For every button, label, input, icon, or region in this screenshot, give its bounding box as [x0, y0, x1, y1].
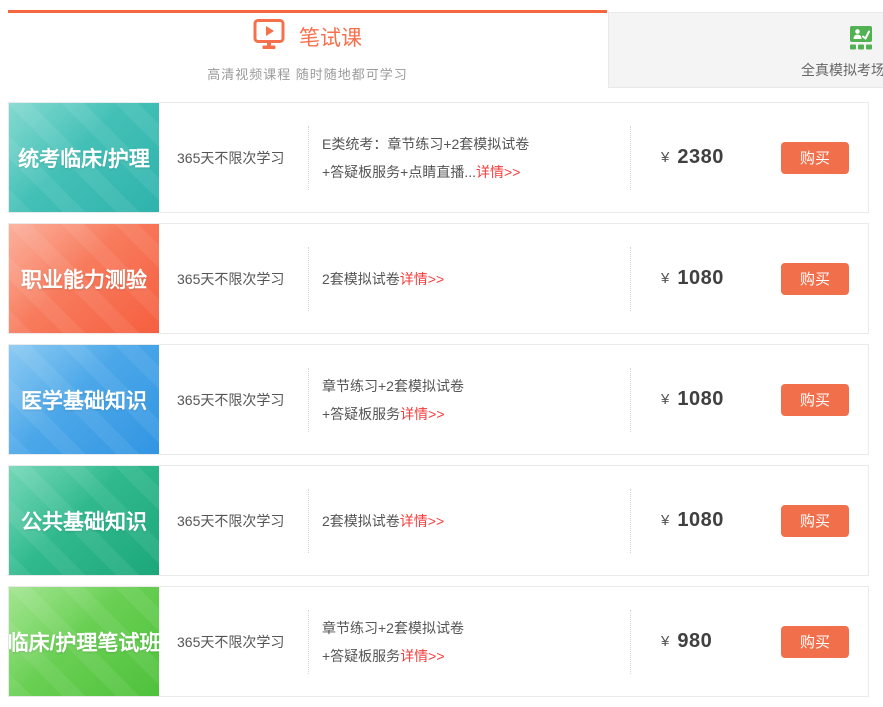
buy-button[interactable]: 购买	[781, 142, 849, 174]
course-description: 2套模拟试卷详情>> 详情>>	[309, 224, 630, 333]
description-text-1: 章节练习+2套模拟试卷	[322, 378, 464, 394]
tab-mock-exam[interactable]: 全真模拟考场	[608, 12, 883, 88]
classroom-icon	[848, 26, 874, 55]
course-description: E类统考：章节练习+2套模拟试卷详情>> +答疑板服务+点睛直播...详情>>	[309, 103, 630, 212]
description-line-1: 2套模拟试卷详情>>	[322, 265, 630, 293]
details-link[interactable]: 详情>>	[400, 406, 444, 422]
price-value: 1080	[677, 388, 724, 411]
course-duration-label: 365天不限次学习	[159, 466, 308, 575]
description-line-2: +答疑板服务详情>>	[322, 642, 630, 670]
description-text-1: 2套模拟试卷	[322, 271, 400, 287]
course-tile: 职业能力测验	[9, 224, 159, 333]
course-tile: 统考临床/护理	[9, 103, 159, 212]
course-tile: 医学基础知识	[9, 345, 159, 454]
course-card: 医学基础知识 365天不限次学习 章节练习+2套模拟试卷详情>> +答疑板服务详…	[8, 344, 869, 455]
buy-button[interactable]: 购买	[781, 263, 849, 295]
buy-button[interactable]: 购买	[781, 626, 849, 658]
course-duration-label: 365天不限次学习	[159, 587, 308, 696]
tab-written-course-title-row: 笔试课	[253, 19, 362, 55]
course-duration-label: 365天不限次学习	[159, 103, 308, 212]
course-price: ¥ 1080	[631, 224, 781, 333]
monitor-play-icon	[253, 19, 285, 55]
course-price: ¥ 2380	[631, 103, 781, 212]
course-description: 章节练习+2套模拟试卷详情>> +答疑板服务详情>>	[309, 345, 630, 454]
details-link[interactable]: 详情>>	[400, 648, 444, 664]
tab-written-course-subtitle: 高清视频课程 随时随地都可学习	[207, 64, 408, 83]
tab-written-course[interactable]: 笔试课 高清视频课程 随时随地都可学习	[8, 10, 607, 89]
description-line-2: +答疑板服务详情>>	[322, 400, 630, 428]
details-link[interactable]: 详情>>	[400, 513, 444, 529]
course-price: ¥ 980	[631, 587, 781, 696]
price-value: 1080	[677, 509, 724, 532]
course-card: 统考临床/护理 365天不限次学习 E类统考：章节练习+2套模拟试卷详情>> +…	[8, 102, 869, 213]
course-title: 统考临床/护理	[18, 143, 150, 173]
description-line-1: 2套模拟试卷详情>>	[322, 507, 630, 535]
course-title: 临床/护理笔试班	[8, 627, 161, 657]
description-line-1: 章节练习+2套模拟试卷详情>>	[322, 614, 630, 642]
course-duration-label: 365天不限次学习	[159, 345, 308, 454]
course-duration-label: 365天不限次学习	[159, 224, 308, 333]
currency-symbol: ¥	[661, 391, 669, 408]
buy-button[interactable]: 购买	[781, 505, 849, 537]
buy-button[interactable]: 购买	[781, 384, 849, 416]
course-card: 临床/护理笔试班 365天不限次学习 章节练习+2套模拟试卷详情>> +答疑板服…	[8, 586, 869, 697]
details-link[interactable]: 详情>>	[400, 271, 444, 287]
price-value: 2380	[677, 146, 724, 169]
tab-written-course-label: 笔试课	[299, 22, 362, 52]
description-text-2: +答疑板服务	[322, 648, 400, 664]
currency-symbol: ¥	[661, 633, 669, 650]
course-tile: 临床/护理笔试班	[9, 587, 159, 696]
currency-symbol: ¥	[661, 270, 669, 287]
price-value: 1080	[677, 267, 724, 290]
description-line-1: E类统考：章节练习+2套模拟试卷详情>>	[322, 130, 630, 158]
details-link[interactable]: 详情>>	[476, 164, 520, 180]
course-tile: 公共基础知识	[9, 466, 159, 575]
price-value: 980	[677, 630, 712, 653]
currency-symbol: ¥	[661, 149, 669, 166]
description-text-1: 章节练习+2套模拟试卷	[322, 620, 464, 636]
description-text-1: 2套模拟试卷	[322, 513, 400, 529]
tab-mock-exam-label: 全真模拟考场	[801, 60, 883, 80]
description-text-2: +答疑板服务+点睛直播...	[322, 164, 476, 180]
description-line-2: +答疑板服务+点睛直播...详情>>	[322, 158, 630, 186]
course-type-tabs: 笔试课 高清视频课程 随时随地都可学习 全真模拟考场	[0, 0, 883, 96]
course-title: 公共基础知识	[21, 506, 147, 536]
description-text-2: +答疑板服务	[322, 406, 400, 422]
course-description: 2套模拟试卷详情>> 详情>>	[309, 466, 630, 575]
course-title: 医学基础知识	[21, 385, 147, 415]
course-title: 职业能力测验	[21, 264, 147, 294]
description-line-1: 章节练习+2套模拟试卷详情>>	[322, 372, 630, 400]
description-text-1: E类统考：章节练习+2套模拟试卷	[322, 136, 529, 152]
course-list: 统考临床/护理 365天不限次学习 E类统考：章节练习+2套模拟试卷详情>> +…	[8, 102, 869, 707]
course-description: 章节练习+2套模拟试卷详情>> +答疑板服务详情>>	[309, 587, 630, 696]
course-card: 公共基础知识 365天不限次学习 2套模拟试卷详情>> 详情>> ¥ 1080 …	[8, 465, 869, 576]
course-card: 职业能力测验 365天不限次学习 2套模拟试卷详情>> 详情>> ¥ 1080 …	[8, 223, 869, 334]
currency-symbol: ¥	[661, 512, 669, 529]
course-price: ¥ 1080	[631, 345, 781, 454]
course-price: ¥ 1080	[631, 466, 781, 575]
